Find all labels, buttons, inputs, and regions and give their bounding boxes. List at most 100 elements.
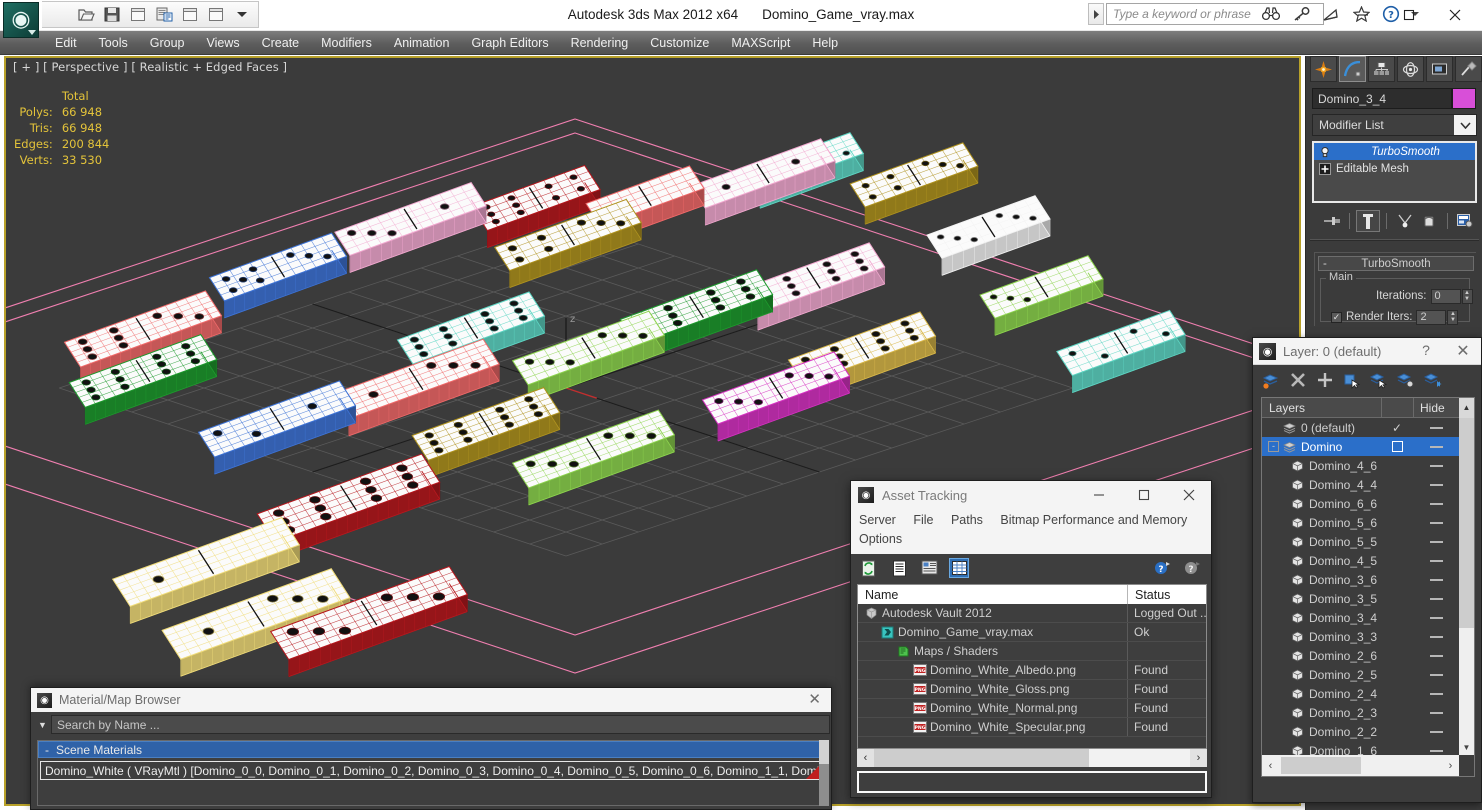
- menu-item-animation[interactable]: Animation: [383, 33, 461, 53]
- layer-dialog-titlebar[interactable]: ◉ Layer: 0 (default) ? ✕: [1253, 338, 1481, 365]
- qat-more-icon[interactable]: [230, 3, 254, 26]
- domino-tile[interactable]: [701, 350, 851, 442]
- layer-scroll-down-icon[interactable]: ▼: [1459, 740, 1474, 755]
- at-menu-bitmap[interactable]: Bitmap Performance and Memory: [1000, 513, 1187, 527]
- asset-tracking-dialog[interactable]: ◉ Asset Tracking Server File Paths Bitma…: [850, 480, 1212, 798]
- layer-hide-cell[interactable]: [1413, 654, 1459, 657]
- menu-item-edit[interactable]: Edit: [44, 33, 88, 53]
- layer-properties-icon[interactable]: [1423, 371, 1442, 390]
- asset-row[interactable]: PNG Domino_White_Specular.png Found: [858, 718, 1206, 737]
- search-by-name-input[interactable]: Search by Name ...: [51, 715, 830, 734]
- layer-row[interactable]: Domino_2_4: [1262, 684, 1459, 703]
- layer-row[interactable]: Domino_3_3: [1262, 627, 1459, 646]
- menu-item-graph-editors[interactable]: Graph Editors: [460, 33, 559, 53]
- layer-hide-cell[interactable]: [1413, 426, 1459, 429]
- layer-col-layers[interactable]: Layers: [1262, 401, 1381, 415]
- menu-item-views[interactable]: Views: [195, 33, 250, 53]
- layer-row[interactable]: Domino_3_4: [1262, 608, 1459, 627]
- modifier-list-dropdown[interactable]: Modifier List: [1312, 114, 1477, 136]
- asset-row[interactable]: Autodesk Vault 2012 Logged Out ...: [858, 604, 1206, 623]
- delete-layer-icon[interactable]: [1288, 371, 1307, 390]
- new-layer-icon[interactable]: [1261, 371, 1280, 390]
- configure-sets-icon[interactable]: [1454, 210, 1477, 232]
- layer-row[interactable]: Domino_2_6: [1262, 646, 1459, 665]
- domino-tile[interactable]: [1056, 309, 1186, 394]
- qat-expand-arrow[interactable]: [1088, 3, 1104, 25]
- lightbulb-icon[interactable]: [1317, 145, 1332, 158]
- close-button[interactable]: [1432, 0, 1478, 30]
- satellite-icon[interactable]: [1320, 3, 1342, 25]
- viewport-label[interactable]: [ + ] [ Perspective ] [ Realistic + Edge…: [13, 60, 287, 74]
- layer-hide-cell[interactable]: [1413, 692, 1459, 695]
- menu-item-create[interactable]: Create: [251, 33, 311, 53]
- render-iters-checkbox[interactable]: ✓: [1331, 311, 1342, 323]
- layer-row[interactable]: Domino_3_6: [1262, 570, 1459, 589]
- layer-vscroll-thumb[interactable]: [1459, 418, 1474, 628]
- at-minimize-button[interactable]: [1076, 481, 1121, 509]
- layer-hide-cell[interactable]: [1413, 483, 1459, 486]
- layer-hide-cell[interactable]: [1413, 578, 1459, 581]
- layer-hide-cell[interactable]: [1413, 540, 1459, 543]
- save-file-icon[interactable]: [100, 3, 124, 26]
- modifier-stack-item-editable-mesh[interactable]: Editable Mesh: [1314, 160, 1475, 177]
- asset-col-name[interactable]: Name: [858, 585, 1128, 604]
- asset-grid-hscrollbar[interactable]: ‹ ›: [857, 749, 1207, 767]
- material-map-browser-dialog[interactable]: ◉ Material/Map Browser ✕ ▼ Search by Nam…: [30, 687, 832, 810]
- layer-row[interactable]: Domino_6_6: [1262, 494, 1459, 513]
- asset-row-name-cell[interactable]: Maps / Shaders: [858, 642, 1128, 660]
- layer-hide-cell[interactable]: [1413, 521, 1459, 524]
- menu-item-tools[interactable]: Tools: [88, 33, 139, 53]
- render-iters-field[interactable]: 2: [1416, 309, 1447, 325]
- layer-help-button[interactable]: ?: [1417, 342, 1435, 358]
- layer-hide-cell[interactable]: [1413, 711, 1459, 714]
- new-scene-icon[interactable]: [178, 3, 202, 26]
- at-close-button[interactable]: [1166, 481, 1211, 509]
- show-end-result-icon[interactable]: [1356, 210, 1380, 232]
- add-layer-icon[interactable]: [1315, 371, 1334, 390]
- layer-row[interactable]: Domino_4_4: [1262, 475, 1459, 494]
- at-menu-paths[interactable]: Paths: [951, 513, 983, 527]
- reset-icon[interactable]: [204, 3, 228, 26]
- layer-active-check[interactable]: ✓: [1392, 421, 1402, 435]
- plus-box-icon[interactable]: [1317, 162, 1332, 175]
- domino-tile[interactable]: [208, 231, 348, 319]
- layer-row[interactable]: 0 (default) ✓: [1262, 418, 1459, 437]
- pin-stack-icon[interactable]: [1320, 210, 1343, 232]
- layer-hide-cell[interactable]: [1413, 559, 1459, 562]
- iterations-field[interactable]: 0: [1430, 288, 1461, 304]
- layer-active-box[interactable]: [1391, 441, 1403, 452]
- select-objects-layer-icon[interactable]: [1342, 371, 1361, 390]
- asset-col-status[interactable]: Status: [1128, 585, 1206, 604]
- hierarchy-tab-icon[interactable]: [1368, 56, 1395, 82]
- domino-tile[interactable]: [979, 254, 1104, 336]
- list-view-icon[interactable]: [889, 558, 909, 578]
- modifier-stack[interactable]: TurboSmooth Editable Mesh: [1312, 141, 1477, 203]
- layer-hscroll-thumb[interactable]: [1281, 757, 1361, 774]
- modify-tab-icon[interactable]: [1339, 56, 1366, 82]
- asset-row-name-cell[interactable]: Domino_Game_vray.max: [858, 623, 1128, 641]
- domino-tile[interactable]: [926, 194, 1051, 276]
- at-menu-file[interactable]: File: [913, 513, 933, 527]
- layer-hide-cell[interactable]: [1413, 616, 1459, 619]
- layer-hscrollbar[interactable]: ‹ ›: [1262, 755, 1459, 776]
- asset-row[interactable]: PNG Domino_White_Normal.png Found: [858, 699, 1206, 718]
- minimize-button[interactable]: [1340, 0, 1386, 30]
- asset-row[interactable]: PNG Domino_White_Albedo.png Found: [858, 661, 1206, 680]
- make-unique-icon[interactable]: [1393, 210, 1416, 232]
- asset-hscroll-thumb[interactable]: [874, 749, 1089, 767]
- menu-item-help[interactable]: Help: [801, 33, 849, 53]
- object-color-swatch[interactable]: [1452, 88, 1476, 109]
- layer-hide-cell[interactable]: [1413, 749, 1459, 752]
- material-entry-domino-white[interactable]: Domino_White ( VRayMtl ) [Domino_0_0, Do…: [40, 761, 824, 780]
- asset-row-name-cell[interactable]: PNG Domino_White_Specular.png: [858, 718, 1128, 736]
- layer-col-hide[interactable]: Hide: [1413, 397, 1459, 418]
- remove-modifier-icon[interactable]: [1417, 210, 1440, 232]
- grid-view-icon[interactable]: [949, 558, 969, 578]
- asset-hscroll-left[interactable]: ‹: [857, 749, 874, 767]
- layer-hide-cell[interactable]: [1413, 635, 1459, 638]
- at-menu-server[interactable]: Server: [859, 513, 896, 527]
- layer-active-cell[interactable]: ✓: [1381, 421, 1413, 435]
- refresh-icon[interactable]: [859, 558, 879, 578]
- menu-item-group[interactable]: Group: [139, 33, 196, 53]
- asset-hscroll-track[interactable]: [874, 749, 1190, 767]
